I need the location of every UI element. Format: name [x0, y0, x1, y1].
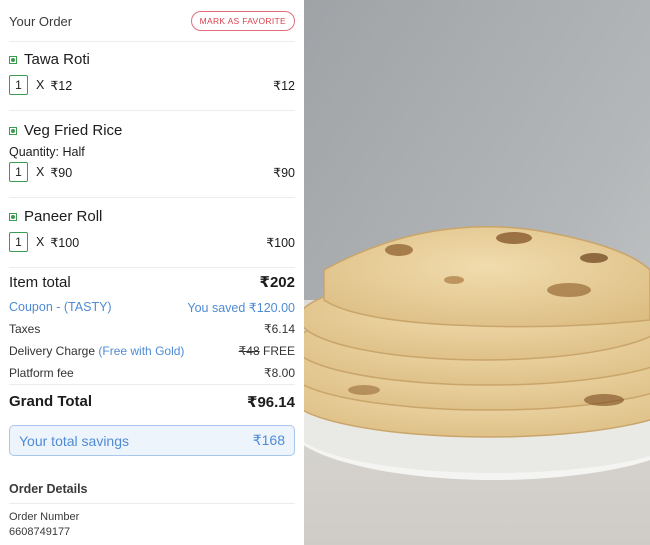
order-panel: Your Order MARK AS FAVORITE Tawa Roti 1 … — [0, 0, 304, 545]
order-header: Your Order MARK AS FAVORITE — [9, 0, 295, 42]
taxes-value: ₹6.14 — [264, 322, 295, 336]
item-line-total: ₹12 — [273, 78, 295, 93]
roti-photo — [304, 0, 650, 545]
total-savings-banner: Your total savings ₹168 — [9, 425, 295, 456]
total-savings-label: Your total savings — [19, 432, 129, 449]
item-name: Tawa Roti — [24, 51, 90, 68]
item-quantity-text: Quantity: Half — [9, 145, 85, 159]
item-line-total: ₹100 — [266, 235, 295, 250]
item-total-row: Item total ₹202 — [9, 268, 295, 296]
item-unit-price: ₹100 — [50, 235, 80, 250]
delivery-row: Delivery Charge (Free with Gold) ₹48 FRE… — [9, 340, 295, 362]
item-total-value: ₹202 — [259, 274, 295, 291]
coupon-label[interactable]: Coupon - (TASTY) — [9, 300, 112, 314]
platform-fee-label: Platform fee — [9, 366, 74, 380]
item-quantity-box: 1 — [9, 162, 28, 182]
coupon-saved: You saved ₹120.00 — [187, 300, 295, 315]
grand-total-label: Grand Total — [9, 393, 93, 410]
platform-fee-row: Platform fee ₹8.00 — [9, 362, 295, 385]
order-number-label: Order Number — [9, 511, 80, 523]
order-details-header: Order Details — [9, 456, 295, 504]
coupon-row: Coupon - (TASTY) You saved ₹120.00 — [9, 296, 295, 318]
order-item: Veg Fried Rice Quantity: Half 1 X ₹90 ₹9… — [9, 111, 295, 198]
multiply-sign: X — [36, 235, 45, 249]
order-details-title: Order Details — [9, 482, 88, 496]
item-total-label: Item total — [9, 273, 71, 291]
item-line-total: ₹90 — [273, 165, 295, 180]
item-quantity-box: 1 — [9, 232, 28, 252]
food-image — [304, 0, 650, 545]
veg-indicator-icon — [9, 212, 17, 221]
delivery-value: FREE — [262, 344, 295, 358]
veg-indicator-icon — [9, 126, 17, 135]
grand-total-value: ₹96.14 — [247, 393, 295, 411]
multiply-sign: X — [36, 78, 45, 92]
order-item: Paneer Roll 1 X ₹100 ₹100 — [9, 198, 295, 268]
delivery-old-price: ₹48 — [238, 344, 260, 358]
mark-as-favorite-button[interactable]: MARK AS FAVORITE — [190, 10, 295, 31]
item-name: Veg Fried Rice — [24, 122, 123, 139]
grand-total-row: Grand Total ₹96.14 — [9, 385, 295, 418]
item-unit-price: ₹12 — [50, 78, 73, 93]
platform-fee-value: ₹8.00 — [264, 366, 295, 380]
multiply-sign: X — [36, 165, 45, 179]
delivery-gold-note: (Free with Gold) — [98, 344, 185, 358]
item-name: Paneer Roll — [24, 208, 103, 225]
taxes-label: Taxes — [9, 322, 41, 336]
veg-indicator-icon — [9, 55, 17, 64]
order-number-value: 6608749177 — [9, 526, 71, 538]
delivery-label: Delivery Charge — [9, 344, 96, 358]
item-unit-price: ₹90 — [50, 165, 73, 180]
total-savings-value: ₹168 — [252, 432, 285, 448]
order-item: Tawa Roti 1 X ₹12 ₹12 — [9, 42, 295, 111]
taxes-row: Taxes ₹6.14 — [9, 318, 295, 340]
order-title: Your Order — [9, 14, 73, 29]
item-quantity-box: 1 — [9, 75, 28, 95]
